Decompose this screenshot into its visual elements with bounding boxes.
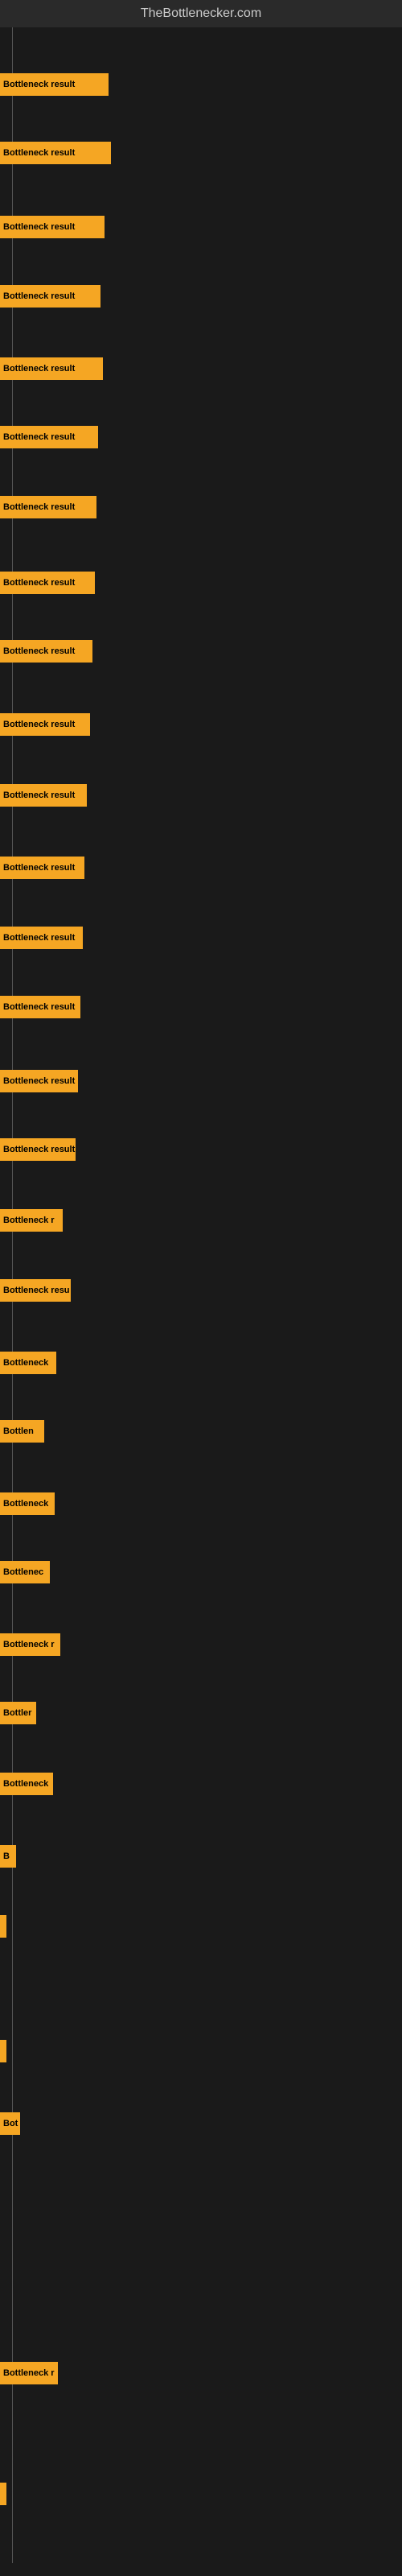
- bottleneck-bar-21: Bottleneck: [0, 1492, 55, 1515]
- bottleneck-bar-2: Bottleneck result: [0, 142, 111, 164]
- bottleneck-bar-18: Bottleneck resu: [0, 1279, 71, 1302]
- bottleneck-bar-8: Bottleneck result: [0, 572, 95, 594]
- bottleneck-bar-13: Bottleneck result: [0, 927, 83, 949]
- bottleneck-bar-1: Bottleneck result: [0, 73, 109, 96]
- bottleneck-bar-23: Bottleneck r: [0, 1633, 60, 1656]
- bottleneck-bar-24: Bottler: [0, 1702, 36, 1724]
- bottleneck-bar-20: Bottlen: [0, 1420, 44, 1443]
- bottleneck-bar-26: B: [0, 1845, 16, 1868]
- site-header: TheBottlenecker.com: [0, 0, 402, 27]
- site-title: TheBottlenecker.com: [0, 0, 402, 27]
- bottleneck-bar-4: Bottleneck result: [0, 285, 100, 308]
- bottleneck-bar-30: Bottleneck r: [0, 2362, 58, 2384]
- bottleneck-bar-19: Bottleneck: [0, 1352, 56, 1374]
- bottleneck-bar-10: Bottleneck result: [0, 713, 90, 736]
- bottleneck-bar-29: Bot: [0, 2112, 20, 2135]
- bottleneck-bar-14: Bottleneck result: [0, 996, 80, 1018]
- bottleneck-bar-6: Bottleneck result: [0, 426, 98, 448]
- chart-area: Bottleneck result Bottleneck result Bottle…: [0, 27, 402, 2563]
- bottleneck-bar-3: Bottleneck result: [0, 216, 105, 238]
- bottleneck-bar-25: Bottleneck: [0, 1773, 53, 1795]
- bottleneck-bar-5: Bottleneck result: [0, 357, 103, 380]
- bottleneck-bar-22: Bottlenec: [0, 1561, 50, 1583]
- bottleneck-bar-28: [0, 2040, 6, 2062]
- bottleneck-bar-9: Bottleneck result: [0, 640, 92, 663]
- bottleneck-bar-7: Bottleneck result: [0, 496, 96, 518]
- bottleneck-bar-17: Bottleneck r: [0, 1209, 63, 1232]
- bottleneck-bar-16: Bottleneck result: [0, 1138, 76, 1161]
- bottleneck-bar-12: Bottleneck result: [0, 857, 84, 879]
- bottleneck-bar-31: [0, 2483, 6, 2505]
- bottleneck-bar-15: Bottleneck result: [0, 1070, 78, 1092]
- bottleneck-bar-11: Bottleneck result: [0, 784, 87, 807]
- bottleneck-bar-27: [0, 1915, 6, 1938]
